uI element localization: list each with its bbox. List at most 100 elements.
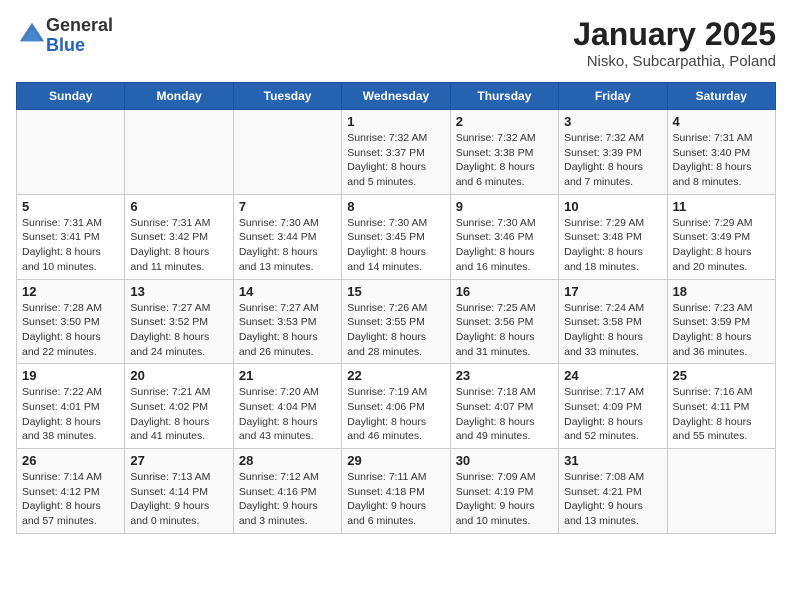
day-info: Sunrise: 7:27 AM Sunset: 3:52 PM Dayligh… [130, 302, 210, 358]
calendar-subtitle: Nisko, Subcarpathia, Poland [573, 53, 776, 70]
day-number: 4 [673, 114, 770, 129]
calendar-cell: 30 Sunrise: 7:09 AM Sunset: 4:19 PM Dayli… [450, 449, 558, 534]
calendar-table: SundayMondayTuesdayWednesdayThursdayFrid… [16, 82, 776, 534]
day-info: Sunrise: 7:11 AM Sunset: 4:18 PM Dayligh… [347, 471, 426, 527]
day-number: 29 [347, 453, 444, 468]
calendar-cell [667, 449, 775, 534]
day-info: Sunrise: 7:31 AM Sunset: 3:40 PM Dayligh… [673, 132, 753, 188]
calendar-cell: 16 Sunrise: 7:25 AM Sunset: 3:56 PM Dayli… [450, 279, 558, 364]
day-number: 21 [239, 368, 336, 383]
calendar-cell: 1Sunrise: 7:32 AM Sunset: 3:37 PM Daylig… [342, 110, 450, 195]
calendar-cell: 7 Sunrise: 7:30 AM Sunset: 3:44 PM Daylig… [233, 194, 341, 279]
calendar-cell: 8Sunrise: 7:30 AM Sunset: 3:45 PM Daylig… [342, 194, 450, 279]
calendar-cell [17, 110, 125, 195]
calendar-cell: 18Sunrise: 7:23 AM Sunset: 3:59 PM Dayli… [667, 279, 775, 364]
day-info: Sunrise: 7:13 AM Sunset: 4:14 PM Dayligh… [130, 471, 210, 527]
day-number: 26 [22, 453, 119, 468]
day-number: 3 [564, 114, 661, 129]
calendar-cell: 31Sunrise: 7:08 AM Sunset: 4:21 PM Dayli… [559, 449, 667, 534]
day-number: 28 [239, 453, 336, 468]
day-info: Sunrise: 7:17 AM Sunset: 4:09 PM Dayligh… [564, 386, 644, 442]
day-info: Sunrise: 7:22 AM Sunset: 4:01 PM Dayligh… [22, 386, 102, 442]
day-info: Sunrise: 7:30 AM Sunset: 3:44 PM Dayligh… [239, 217, 319, 273]
logo: General Blue [16, 16, 113, 56]
day-of-week-header: Tuesday [233, 83, 341, 110]
calendar-cell: 4 Sunrise: 7:31 AM Sunset: 3:40 PM Daylig… [667, 110, 775, 195]
calendar-cell: 6 Sunrise: 7:31 AM Sunset: 3:42 PM Daylig… [125, 194, 233, 279]
day-info: Sunrise: 7:26 AM Sunset: 3:55 PM Dayligh… [347, 302, 427, 358]
day-number: 16 [456, 284, 553, 299]
day-of-week-header: Saturday [667, 83, 775, 110]
day-number: 31 [564, 453, 661, 468]
calendar-cell: 26 Sunrise: 7:14 AM Sunset: 4:12 PM Dayli… [17, 449, 125, 534]
calendar-cell: 12 Sunrise: 7:28 AM Sunset: 3:50 PM Dayli… [17, 279, 125, 364]
calendar-cell: 3 Sunrise: 7:32 AM Sunset: 3:39 PM Daylig… [559, 110, 667, 195]
day-info: Sunrise: 7:25 AM Sunset: 3:56 PM Dayligh… [456, 302, 536, 358]
day-of-week-header: Sunday [17, 83, 125, 110]
day-number: 22 [347, 368, 444, 383]
title-block: January 2025 Nisko, Subcarpathia, Poland [573, 16, 776, 70]
day-info: Sunrise: 7:19 AM Sunset: 4:06 PM Dayligh… [347, 386, 427, 442]
day-info: Sunrise: 7:31 AM Sunset: 3:42 PM Dayligh… [130, 217, 210, 273]
day-info: Sunrise: 7:16 AM Sunset: 4:11 PM Dayligh… [673, 386, 753, 442]
calendar-week-row: 12 Sunrise: 7:28 AM Sunset: 3:50 PM Dayli… [17, 279, 776, 364]
day-number: 6 [130, 199, 227, 214]
day-number: 12 [22, 284, 119, 299]
day-info: Sunrise: 7:30 AM Sunset: 3:46 PM Dayligh… [456, 217, 536, 273]
day-number: 8 [347, 199, 444, 214]
day-info: Sunrise: 7:14 AM Sunset: 4:12 PM Dayligh… [22, 471, 102, 527]
day-number: 5 [22, 199, 119, 214]
day-number: 10 [564, 199, 661, 214]
day-info: Sunrise: 7:21 AM Sunset: 4:02 PM Dayligh… [130, 386, 210, 442]
day-number: 20 [130, 368, 227, 383]
day-info: Sunrise: 7:29 AM Sunset: 3:49 PM Dayligh… [673, 217, 753, 273]
day-info: Sunrise: 7:28 AM Sunset: 3:50 PM Dayligh… [22, 302, 102, 358]
calendar-cell: 20 Sunrise: 7:21 AM Sunset: 4:02 PM Dayli… [125, 364, 233, 449]
calendar-header-row: SundayMondayTuesdayWednesdayThursdayFrid… [17, 83, 776, 110]
calendar-cell: 28 Sunrise: 7:12 AM Sunset: 4:16 PM Dayli… [233, 449, 341, 534]
calendar-cell: 17 Sunrise: 7:24 AM Sunset: 3:58 PM Dayli… [559, 279, 667, 364]
day-info: Sunrise: 7:32 AM Sunset: 3:39 PM Dayligh… [564, 132, 644, 188]
day-number: 27 [130, 453, 227, 468]
calendar-cell: 23Sunrise: 7:18 AM Sunset: 4:07 PM Dayli… [450, 364, 558, 449]
day-number: 15 [347, 284, 444, 299]
calendar-cell: 9 Sunrise: 7:30 AM Sunset: 3:46 PM Daylig… [450, 194, 558, 279]
day-number: 18 [673, 284, 770, 299]
calendar-cell: 25 Sunrise: 7:16 AM Sunset: 4:11 PM Dayli… [667, 364, 775, 449]
logo-blue-text: Blue [46, 35, 85, 55]
day-number: 11 [673, 199, 770, 214]
calendar-cell [125, 110, 233, 195]
day-number: 30 [456, 453, 553, 468]
calendar-week-row: 5 Sunrise: 7:31 AM Sunset: 3:41 PM Daylig… [17, 194, 776, 279]
calendar-cell: 13 Sunrise: 7:27 AM Sunset: 3:52 PM Dayli… [125, 279, 233, 364]
calendar-body: 1Sunrise: 7:32 AM Sunset: 3:37 PM Daylig… [17, 110, 776, 534]
day-of-week-header: Thursday [450, 83, 558, 110]
calendar-week-row: 1Sunrise: 7:32 AM Sunset: 3:37 PM Daylig… [17, 110, 776, 195]
calendar-cell: 14Sunrise: 7:27 AM Sunset: 3:53 PM Dayli… [233, 279, 341, 364]
day-number: 24 [564, 368, 661, 383]
day-info: Sunrise: 7:18 AM Sunset: 4:07 PM Dayligh… [456, 386, 536, 442]
day-number: 17 [564, 284, 661, 299]
day-info: Sunrise: 7:24 AM Sunset: 3:58 PM Dayligh… [564, 302, 644, 358]
calendar-week-row: 19Sunrise: 7:22 AM Sunset: 4:01 PM Dayli… [17, 364, 776, 449]
page-header: General Blue January 2025 Nisko, Subcarp… [16, 16, 776, 70]
calendar-cell: 11 Sunrise: 7:29 AM Sunset: 3:49 PM Dayli… [667, 194, 775, 279]
day-number: 13 [130, 284, 227, 299]
calendar-cell: 10Sunrise: 7:29 AM Sunset: 3:48 PM Dayli… [559, 194, 667, 279]
day-number: 2 [456, 114, 553, 129]
day-info: Sunrise: 7:31 AM Sunset: 3:41 PM Dayligh… [22, 217, 102, 273]
calendar-week-row: 26 Sunrise: 7:14 AM Sunset: 4:12 PM Dayli… [17, 449, 776, 534]
calendar-title: January 2025 [573, 16, 776, 53]
calendar-cell [233, 110, 341, 195]
day-info: Sunrise: 7:20 AM Sunset: 4:04 PM Dayligh… [239, 386, 319, 442]
day-info: Sunrise: 7:12 AM Sunset: 4:16 PM Dayligh… [239, 471, 319, 527]
calendar-cell: 5 Sunrise: 7:31 AM Sunset: 3:41 PM Daylig… [17, 194, 125, 279]
day-of-week-header: Monday [125, 83, 233, 110]
calendar-cell: 27 Sunrise: 7:13 AM Sunset: 4:14 PM Dayli… [125, 449, 233, 534]
day-info: Sunrise: 7:27 AM Sunset: 3:53 PM Dayligh… [239, 302, 319, 358]
day-number: 25 [673, 368, 770, 383]
day-number: 9 [456, 199, 553, 214]
day-number: 7 [239, 199, 336, 214]
day-number: 1 [347, 114, 444, 129]
day-info: Sunrise: 7:09 AM Sunset: 4:19 PM Dayligh… [456, 471, 536, 527]
